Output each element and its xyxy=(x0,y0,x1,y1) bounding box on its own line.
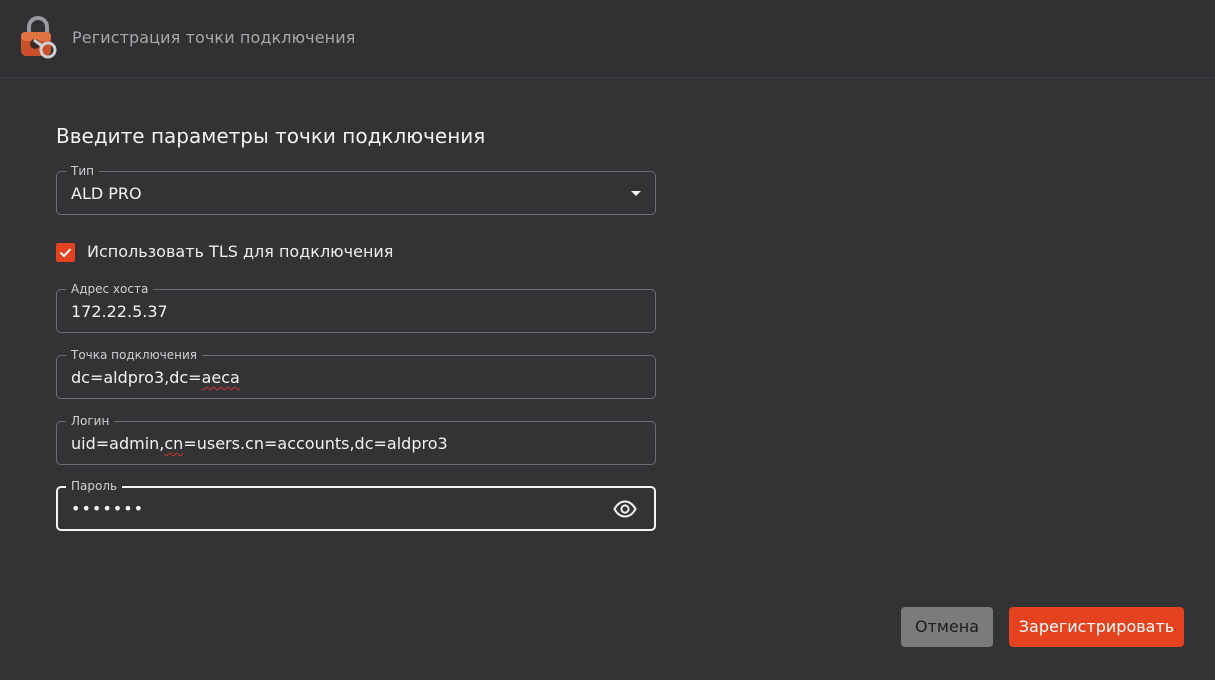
type-label: Тип xyxy=(66,162,99,180)
endpoint-label: Точка подключения xyxy=(66,346,203,364)
tls-checkbox[interactable] xyxy=(56,243,75,262)
endpoint-input[interactable]: dc=aldpro3,dc=aeca xyxy=(71,368,240,388)
host-field[interactable]: Адрес хоста 172.22.5.37 xyxy=(56,280,656,333)
lock-key-icon xyxy=(21,16,57,59)
endpoint-value-suffix: aeca xyxy=(201,368,240,387)
type-value: ALD PRO xyxy=(71,184,142,203)
password-field[interactable]: Пароль ••••••• xyxy=(56,477,656,531)
password-label: Пароль xyxy=(66,477,123,495)
endpoint-value-prefix: dc=aldpro3,dc= xyxy=(71,368,202,387)
register-button[interactable]: Зарегистрировать xyxy=(1009,607,1184,647)
login-value-misspelled: cn xyxy=(164,434,184,453)
host-label: Адрес хоста xyxy=(66,280,154,298)
dropdown-arrow-icon[interactable] xyxy=(631,191,641,196)
title-bar: Регистрация точки подключения xyxy=(0,0,1215,78)
checkmark-icon xyxy=(59,248,72,258)
login-value-prefix: uid=admin, xyxy=(71,434,165,453)
login-field[interactable]: Логин uid=admin,cn=users.cn=accounts,dc=… xyxy=(56,412,656,465)
eye-icon[interactable] xyxy=(613,499,637,519)
login-label: Логин xyxy=(66,412,115,430)
endpoint-field[interactable]: Точка подключения dc=aldpro3,dc=aeca xyxy=(56,346,656,399)
dialog-window: Регистрация точки подключения Введите па… xyxy=(0,0,1215,680)
form-heading: Введите параметры точки подключения xyxy=(56,124,486,148)
type-select[interactable]: Тип ALD PRO xyxy=(56,162,656,215)
host-input[interactable]: 172.22.5.37 xyxy=(71,302,168,322)
password-input[interactable]: ••••••• xyxy=(71,499,144,519)
login-input[interactable]: uid=admin,cn=users.cn=accounts,dc=aldpro… xyxy=(71,434,448,454)
cancel-button[interactable]: Отмена xyxy=(901,607,993,647)
login-value-suffix: =users.cn=accounts,dc=aldpro3 xyxy=(183,434,448,453)
window-title: Регистрация точки подключения xyxy=(72,28,356,47)
tls-checkbox-label[interactable]: Использовать TLS для подключения xyxy=(87,242,393,262)
